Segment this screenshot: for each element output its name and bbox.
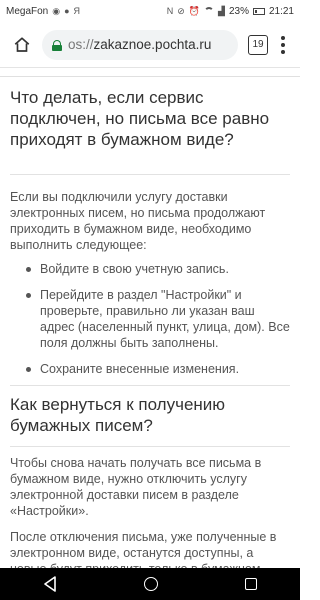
home-nav-icon[interactable] [143, 577, 158, 591]
list-item: Перейдите в раздел "Настройки" и проверь… [26, 287, 290, 351]
lock-icon [52, 39, 62, 51]
steps-list: Войдите в свою учетную запись. Перейдите… [0, 261, 300, 377]
top-divider [0, 68, 300, 77]
notification-icon: ◉ [52, 5, 61, 16]
list-item: Войдите в свою учетную запись. [26, 261, 290, 277]
status-bar: MegaFon ◉ ● Я N ⊘ ⏰ ▟ 23% 21:21 [0, 0, 300, 22]
chat-icon: ● [64, 6, 70, 16]
mute-icon: ⊘ [177, 5, 185, 16]
wifi-icon [204, 7, 215, 15]
status-left: MegaFon ◉ ● Я [6, 6, 80, 17]
tab-switcher-button[interactable]: 19 [248, 34, 268, 55]
url-scheme: os:// [68, 37, 94, 52]
section-heading-1: Что делать, если сервис подключен, но пи… [10, 88, 270, 149]
recent-apps-icon[interactable] [244, 578, 257, 590]
page-content: Что делать, если сервис подключен, но пи… [0, 68, 300, 568]
nfc-icon: N [166, 6, 174, 16]
back-icon[interactable] [43, 576, 57, 592]
battery-percent: 23% [228, 5, 249, 17]
address-bar[interactable]: os:// zakaznoe.pochta.ru [42, 29, 238, 60]
paragraph: Чтобы снова начать получать все письма в… [10, 456, 262, 518]
section-heading-2: Как вернуться к получению бумажных писем… [10, 395, 226, 435]
yandex-app-icon: Я [73, 6, 81, 16]
alarm-icon: ⏰ [188, 5, 201, 16]
intro-paragraph: Если вы подключили услугу доставки элект… [10, 190, 266, 252]
url-domain: zakaznoe.pochta.ru [93, 37, 212, 52]
home-icon[interactable] [8, 31, 36, 59]
carrier-name: MegaFon [6, 5, 49, 17]
status-right: N ⊘ ⏰ ▟ 23% 21:21 [167, 6, 294, 17]
signal-icon: ▟ [218, 5, 225, 16]
browser-toolbar: os:// zakaznoe.pochta.ru 19 [0, 22, 300, 68]
list-item: Сохраните внесенные изменения. [26, 361, 290, 377]
clock: 21:21 [268, 5, 294, 17]
paragraph: После отключения письма, уже полученные … [10, 530, 277, 568]
battery-icon [252, 7, 265, 15]
system-navigation-bar [0, 568, 300, 600]
overflow-menu-icon[interactable] [274, 33, 292, 57]
